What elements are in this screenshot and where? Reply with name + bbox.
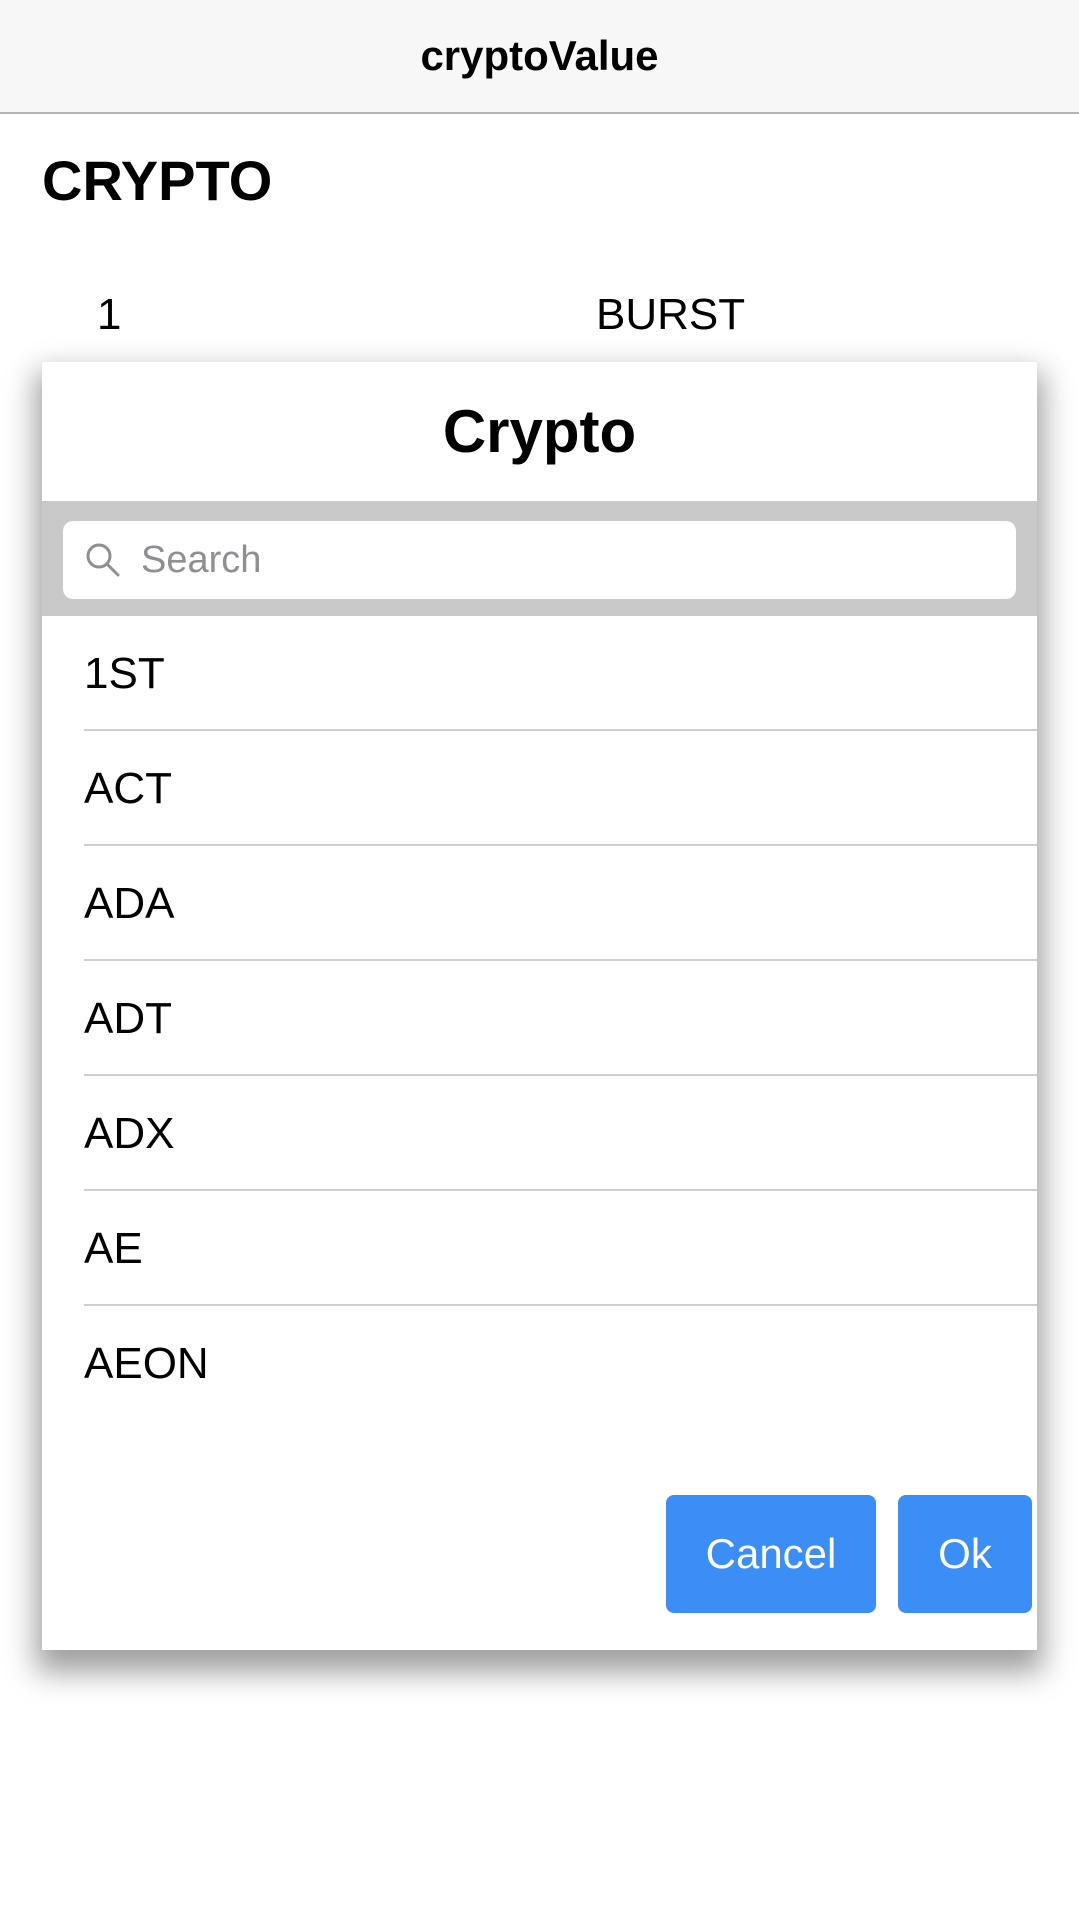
list-item[interactable]: ADX: [42, 1076, 1037, 1191]
search-box[interactable]: [63, 521, 1016, 599]
dialog-title: Crypto: [442, 397, 637, 465]
ok-button[interactable]: Ok: [898, 1495, 1032, 1613]
app-title: cryptoValue: [420, 32, 659, 79]
dialog-actions: Cancel Ok: [42, 1495, 1037, 1615]
list-item[interactable]: ACT: [42, 731, 1037, 846]
search-input[interactable]: [141, 521, 1001, 599]
list-item[interactable]: ADA: [42, 846, 1037, 961]
row-symbol: BURST: [596, 290, 746, 339]
section-title: CRYPTO: [42, 149, 273, 212]
search-icon: [86, 543, 120, 577]
list-item[interactable]: AEON: [42, 1306, 1037, 1421]
row-number: 1: [97, 290, 122, 339]
list-item[interactable]: 1ST: [42, 616, 1037, 731]
list-item[interactable]: AE: [42, 1191, 1037, 1306]
search-bar: [42, 501, 1037, 616]
crypto-list: 1ST ACT ADA ADT ADX AE AEON: [42, 616, 1037, 1421]
crypto-row[interactable]: 1 BURST: [0, 280, 1079, 350]
crypto-picker-dialog: Crypto 1ST ACT ADA ADT ADX AE AEON Cance…: [42, 362, 1037, 1650]
cancel-button[interactable]: Cancel: [666, 1495, 876, 1613]
navigation-bar: cryptoValue: [0, 0, 1079, 114]
list-item[interactable]: ADT: [42, 961, 1037, 1076]
